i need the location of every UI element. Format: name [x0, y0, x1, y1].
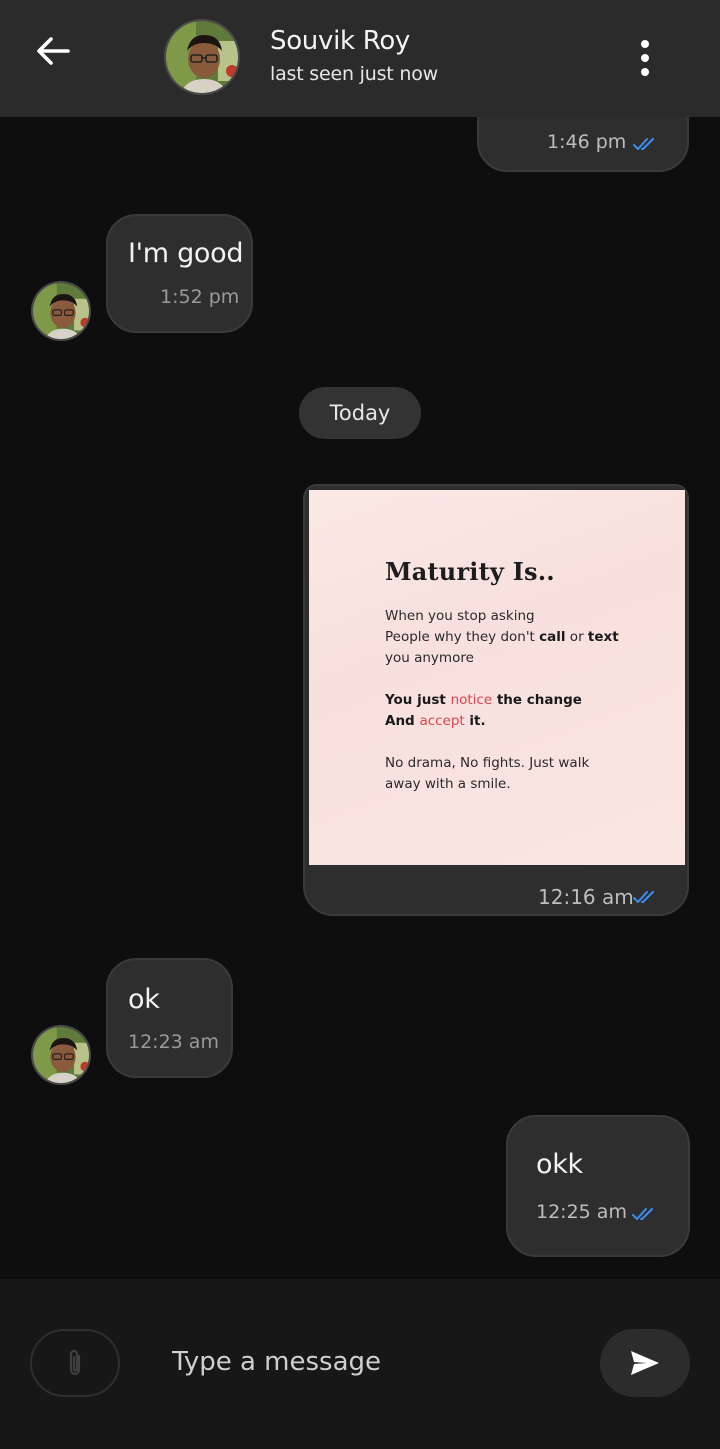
image-text-bold: You just	[385, 692, 451, 708]
image-text-bold: it.	[464, 713, 486, 729]
image-text-line: When you stop asking	[385, 608, 535, 624]
image-text-line: People why they don't call or text	[385, 629, 619, 645]
image-title: Maturity Is..	[385, 557, 555, 586]
avatar-photo	[33, 283, 89, 339]
message-time: 1:52 pm	[160, 286, 240, 308]
image-text-bold: And	[385, 713, 420, 729]
date-separator: Today	[299, 387, 421, 439]
attach-button[interactable]	[30, 1329, 120, 1397]
image-text: you anymore	[385, 650, 474, 666]
message-text: okk	[536, 1149, 583, 1180]
image-text: When you stop asking	[385, 608, 535, 624]
double-check-icon	[633, 891, 654, 903]
image-text-red: notice	[450, 692, 493, 708]
avatar-photo	[33, 1027, 89, 1083]
image-text-bold: text	[587, 629, 619, 645]
double-check-icon	[633, 138, 654, 150]
paperclip-icon	[69, 1349, 81, 1376]
menu-dot	[641, 54, 649, 62]
menu-dot	[641, 68, 649, 76]
outgoing-message[interactable]: 1:46 pm	[477, 117, 689, 172]
image-text: No drama, No fights. Just walk	[385, 755, 590, 771]
message-time: 12:25 am	[536, 1201, 627, 1223]
composer-bar	[0, 1279, 720, 1449]
arrow-left-icon	[37, 37, 70, 65]
image-text-line: And accept it.	[385, 713, 486, 729]
back-button[interactable]	[30, 28, 76, 74]
incoming-message[interactable]: I'm good 1:52 pm	[106, 214, 253, 333]
sender-avatar[interactable]	[31, 281, 91, 341]
image-text: People why they don't	[385, 629, 540, 645]
image-text-bold: the change	[492, 692, 582, 708]
message-time: 1:46 pm	[547, 131, 627, 153]
message-time: 12:16 am	[538, 885, 634, 909]
message-input[interactable]	[160, 1337, 570, 1387]
message-list[interactable]: 1:46 pm I'm good 1:52 pm Today Maturity …	[0, 117, 720, 1279]
contact-name[interactable]: Souvik Roy	[270, 26, 410, 56]
sender-avatar[interactable]	[31, 1025, 91, 1085]
message-text: I'm good	[128, 238, 244, 269]
avatar-photo	[166, 21, 238, 93]
image-text-line: You just notice the change	[385, 692, 582, 708]
incoming-message[interactable]: ok 12:23 am	[106, 958, 233, 1078]
send-button[interactable]	[600, 1329, 690, 1397]
image-text-line: you anymore	[385, 650, 474, 666]
shared-image[interactable]: Maturity Is.. When you stop asking Peopl…	[309, 490, 685, 865]
chat-header: Souvik Roy last seen just now	[0, 0, 720, 117]
image-text-red: accept	[419, 713, 465, 729]
image-text: or	[565, 629, 588, 645]
image-text: away with a smile.	[385, 776, 511, 792]
double-check-icon	[632, 1208, 653, 1220]
contact-avatar[interactable]	[164, 19, 240, 95]
outgoing-message[interactable]: okk 12:25 am	[506, 1115, 690, 1257]
message-time: 12:23 am	[128, 1031, 219, 1053]
more-options-button[interactable]	[626, 36, 664, 80]
message-text: ok	[128, 984, 160, 1015]
more-vertical-icon	[641, 40, 649, 48]
image-text-line: away with a smile.	[385, 776, 511, 792]
image-text-line: No drama, No fights. Just walk	[385, 755, 589, 771]
contact-status: last seen just now	[270, 63, 438, 85]
image-text-bold: call	[539, 629, 566, 645]
send-icon	[631, 1351, 659, 1375]
